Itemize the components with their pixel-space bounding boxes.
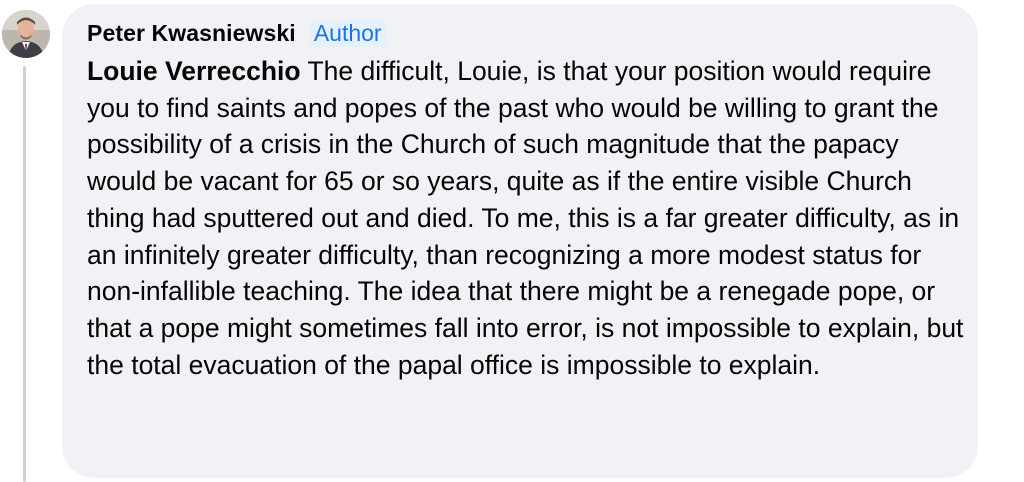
comment-bubble: Peter Kwasniewski Author Louie Verrecchi… [62, 4, 978, 478]
thread-line [23, 66, 26, 482]
mention-link[interactable]: Louie Verrecchio [87, 56, 301, 86]
avatar[interactable] [2, 10, 50, 58]
comment-header: Peter Kwasniewski Author [87, 19, 954, 47]
avatar-portrait-icon [2, 10, 50, 58]
comment-text: The difficult, Louie, is that your posit… [87, 56, 964, 380]
author-badge: Author [309, 19, 386, 47]
author-name-link[interactable]: Peter Kwasniewski [87, 20, 296, 47]
comment-body: Louie Verrecchio The difficult, Louie, i… [87, 53, 967, 383]
